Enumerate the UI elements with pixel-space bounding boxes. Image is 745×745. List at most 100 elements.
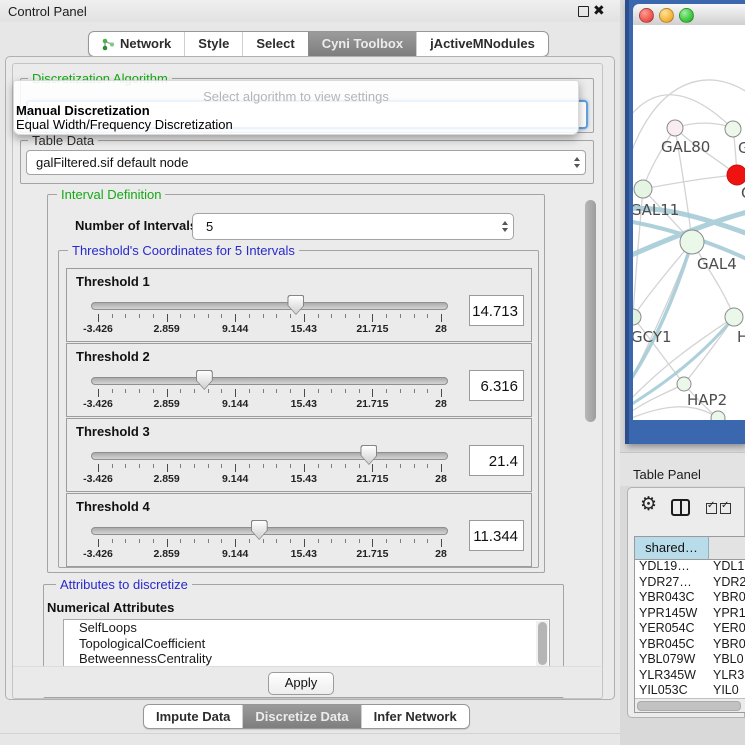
numerical-attributes-label: Numerical Attributes — [47, 600, 174, 615]
slider-tick — [112, 389, 113, 393]
table-row[interactable]: YDR27…YDR2 — [635, 575, 745, 591]
attribute-list-item[interactable]: SelfLoops — [64, 620, 549, 636]
column-header-shared-name[interactable]: shared… — [635, 537, 709, 559]
network-node[interactable] — [677, 377, 691, 391]
table-row[interactable]: YBL079WYBL0 — [635, 652, 745, 668]
slider-tick — [386, 539, 387, 543]
numerical-attributes-list[interactable]: SelfLoopsTopologicalCoefficientBetweenne… — [63, 619, 550, 668]
tab-cyni-toolbox[interactable]: Cyni Toolbox — [308, 32, 416, 56]
main-scrollbar[interactable] — [585, 200, 596, 422]
network-node[interactable] — [634, 180, 652, 198]
tab-infer-network[interactable]: Infer Network — [361, 705, 469, 728]
slider-tick — [304, 464, 305, 472]
slider-tick — [276, 314, 277, 318]
threshold-3-value-input[interactable]: 21.4 — [469, 445, 524, 476]
table-data-combobox[interactable]: galFiltered.sif default node — [26, 150, 586, 175]
slider-tick-label: 28 — [435, 473, 447, 485]
apply-button[interactable]: Apply — [268, 672, 334, 695]
network-node[interactable] — [680, 230, 704, 254]
network-node[interactable] — [667, 120, 683, 136]
combo-stepper-icon[interactable] — [569, 157, 585, 168]
slider-tick — [263, 464, 264, 468]
slider-tick — [167, 314, 168, 322]
attribute-list-item[interactable]: TopologicalCoefficient — [64, 636, 549, 652]
slider-tick-label: 21.715 — [356, 398, 388, 410]
network-node[interactable] — [725, 308, 743, 326]
tab-impute-data[interactable]: Impute Data — [144, 705, 242, 728]
network-node-label: GA — [738, 139, 745, 157]
column-header-name[interactable]: na — [709, 537, 745, 559]
divider — [0, 733, 620, 734]
table-rows: YDL19…YDL1YDR27…YDR2YBR043CYBR0YPR145WYP… — [635, 559, 745, 698]
slider-tick — [427, 464, 428, 468]
spinner-stepper-icon[interactable] — [497, 221, 513, 232]
attribute-list-item[interactable]: BetweennessCentrality — [64, 651, 549, 667]
close-icon[interactable]: ✖ — [593, 2, 605, 19]
network-node-label: GAL80 — [661, 138, 710, 156]
tab-select[interactable]: Select — [242, 32, 307, 56]
close-traffic-light-icon[interactable] — [639, 8, 654, 23]
slider-tick-label: 2.859 — [153, 323, 179, 335]
tab-style[interactable]: Style — [184, 32, 242, 56]
cell-name: YBL0 — [709, 652, 744, 668]
tab-jactivemnodules[interactable]: jActiveMNodules — [416, 32, 548, 56]
network-node[interactable] — [727, 165, 745, 185]
slider-tick — [345, 314, 346, 318]
interval-definition-title: Interval Definition — [57, 187, 165, 202]
table-row[interactable]: YER054CYER0 — [635, 621, 745, 637]
network-node-label: HAP2 — [687, 391, 727, 409]
float-window-icon[interactable] — [578, 6, 589, 17]
table-row[interactable]: YIL053CYIL0 — [635, 683, 745, 698]
slider-tick — [331, 539, 332, 543]
slider-tick-label: 21.715 — [356, 548, 388, 560]
threshold-1-value-input[interactable]: 14.713 — [469, 295, 524, 326]
slider-tick — [167, 464, 168, 472]
slider-tick — [372, 539, 373, 547]
slider-tick — [427, 539, 428, 543]
slider-tick — [290, 539, 291, 543]
attributes-scrollbar[interactable] — [536, 621, 548, 666]
table-horizontal-scrollbar[interactable] — [635, 698, 745, 712]
zoom-traffic-light-icon[interactable] — [679, 8, 694, 23]
top-tab-bar: Network Style Select Cyni Toolbox jActiv… — [88, 31, 549, 57]
number-of-intervals-spinner[interactable]: 5 — [192, 213, 514, 240]
threshold-1-panel: Threshold 1 -3.4262.8599.14415.4321.7152… — [66, 268, 532, 342]
tab-network[interactable]: Network — [89, 32, 184, 56]
network-canvas[interactable]: GAL80GACGAL11GAL4GCY1HHAP2 — [633, 25, 745, 420]
threshold-4-value-input[interactable]: 11.344 — [469, 520, 524, 551]
checkbox-icon[interactable] — [706, 503, 717, 514]
network-node[interactable] — [633, 309, 641, 325]
network-node-label: GCY1 — [633, 328, 672, 346]
thresholds-group-title: Threshold's Coordinates for 5 Intervals — [68, 243, 299, 258]
table-data-value: galFiltered.sif default node — [27, 155, 569, 170]
slider-tick — [208, 389, 209, 393]
slider-tick — [235, 314, 236, 322]
table-row[interactable]: YDL19…YDL1 — [635, 559, 745, 575]
slider-tick-label: 15.43 — [291, 398, 317, 410]
slider-tick — [221, 314, 222, 318]
tab-discretize-data[interactable]: Discretize Data — [242, 705, 360, 728]
cell-shared-name: YBL079W — [635, 652, 709, 668]
network-node[interactable] — [711, 411, 725, 420]
table-row[interactable]: YBR043CYBR0 — [635, 590, 745, 606]
slider-tick-label: 2.859 — [153, 473, 179, 485]
slider-tick-label: 9.144 — [222, 398, 248, 410]
split-columns-icon[interactable] — [671, 499, 690, 516]
minimize-traffic-light-icon[interactable] — [659, 8, 674, 23]
number-of-intervals-label: Number of Intervals — [75, 218, 197, 233]
slider-tick-label: -3.426 — [83, 398, 113, 410]
intervals-value: 5 — [193, 219, 497, 234]
slider-tick-label: 21.715 — [356, 323, 388, 335]
threshold-2-value-input[interactable]: 6.316 — [469, 370, 524, 401]
popup-option-equal-width-frequency[interactable]: Equal Width/Frequency Discretization — [16, 117, 233, 132]
slider-tick — [235, 539, 236, 547]
slider-tick — [331, 389, 332, 393]
popup-option-manual-discretization[interactable]: Manual Discretization — [16, 103, 150, 118]
network-node[interactable] — [725, 121, 741, 137]
table-row[interactable]: YPR145WYPR1 — [635, 606, 745, 622]
table-row[interactable]: YLR345WYLR3 — [635, 668, 745, 684]
gear-icon[interactable]: ⚙ — [640, 493, 657, 516]
table-panel-window: ⚙ shared… na YDL19…YDL1YDR27…YDR2YBR043C… — [627, 487, 745, 718]
checkbox-icon[interactable] — [720, 503, 731, 514]
table-row[interactable]: YBR045CYBR0 — [635, 637, 745, 653]
